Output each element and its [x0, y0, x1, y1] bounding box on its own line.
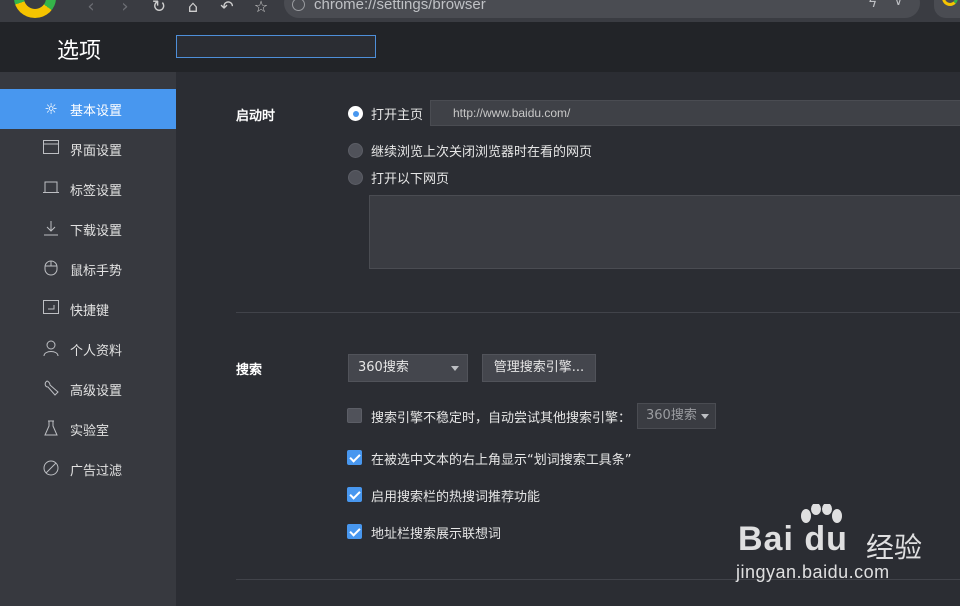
sidebar-item-label: 鼠标手势 [70, 263, 123, 279]
sidebar-item-lab[interactable]: 实验室 [0, 409, 176, 449]
radio-open-pages-label[interactable]: 打开以下网页 [371, 168, 449, 187]
search-engine-select-value: 360搜索 [358, 360, 409, 375]
settings-search-input[interactable] [176, 35, 376, 58]
forward-arrow-icon[interactable]: › [114, 0, 136, 18]
settings-header: 选项 [0, 22, 960, 72]
undo-icon[interactable]: ↶ [216, 0, 238, 18]
homepage-url-input[interactable]: http://www.baidu.com/ [430, 100, 960, 126]
checkbox-address-suggest-label[interactable]: 地址栏搜索展示联想词 [371, 523, 501, 542]
sidebar-item-label: 界面设置 [70, 143, 123, 159]
section-divider [236, 312, 960, 313]
gear-icon: ☼ [44, 100, 58, 118]
sidebar-item-adblock[interactable]: 广告过滤 [0, 449, 176, 489]
search-engine-select[interactable]: 360搜索 [348, 354, 468, 382]
sidebar-item-label: 高级设置 [70, 383, 123, 399]
keyboard-icon [42, 300, 60, 318]
radio-continue-session-label[interactable]: 继续浏览上次关闭浏览器时在看的网页 [371, 141, 592, 160]
sidebar-item-label: 实验室 [70, 423, 110, 439]
fallback-engine-select[interactable]: 360搜索 [637, 403, 716, 429]
chevron-down-icon[interactable]: ∨ [894, 0, 903, 8]
address-text[interactable]: chrome://settings/browser [314, 0, 486, 13]
sidebar-item-basic[interactable]: ☼ 基本设置 [0, 89, 176, 129]
chevron-down-icon [451, 366, 459, 371]
download-icon [42, 220, 60, 238]
star-icon[interactable]: ☆ [250, 0, 272, 18]
watermark-brand: Bai du [738, 520, 848, 558]
checkbox-address-suggest[interactable] [347, 524, 362, 539]
flask-icon [42, 420, 60, 438]
reload-icon[interactable]: ↻ [148, 0, 170, 18]
lightning-icon[interactable]: ϟ [868, 0, 877, 11]
window-icon [42, 140, 60, 158]
checkbox-selection-toolbar-label[interactable]: 在被选中文本的右上角显示“划词搜索工具条” [371, 449, 631, 468]
radio-open-homepage[interactable] [348, 106, 363, 121]
watermark-brand-cn: 经验 [866, 531, 923, 564]
sidebar-item-label: 广告过滤 [70, 463, 123, 479]
sidebar-item-label: 快捷键 [70, 303, 110, 319]
extension-logo-icon [942, 0, 958, 6]
sidebar-item-download[interactable]: 下载设置 [0, 209, 176, 249]
startup-section-label: 启动时 [236, 109, 276, 124]
sidebar-item-shortcuts[interactable]: 快捷键 [0, 289, 176, 329]
sidebar-item-profile[interactable]: 个人资料 [0, 329, 176, 369]
search-section-label: 搜索 [236, 363, 263, 378]
sidebar-item-label: 下载设置 [70, 223, 123, 239]
sidebar-item-interface[interactable]: 界面设置 [0, 129, 176, 169]
sidebar: ☼ 基本设置 界面设置 标签设置 下载设置 鼠标手势 快捷键 个人资料 高级设置… [0, 72, 176, 606]
sidebar-item-label: 基本设置 [70, 103, 123, 119]
radio-open-pages[interactable] [348, 170, 363, 185]
chevron-down-icon [701, 414, 709, 419]
baidu-jingyan-watermark: Bai du 经验 jingyan.baidu.com [736, 500, 956, 590]
radio-continue-session[interactable] [348, 143, 363, 158]
back-arrow-icon[interactable]: ‹ [80, 0, 102, 18]
sidebar-item-mouse-gesture[interactable]: 鼠标手势 [0, 249, 176, 289]
wrench-icon [42, 380, 60, 398]
browser-toolbar: ‹ › ↻ ⌂ ↶ ☆ chrome://settings/browser ϟ … [0, 0, 960, 22]
fallback-engine-select-value: 360搜索 [646, 408, 697, 423]
block-icon [42, 460, 60, 478]
sidebar-item-label: 个人资料 [70, 343, 123, 359]
user-icon [42, 340, 60, 358]
home-icon[interactable]: ⌂ [182, 0, 204, 18]
sidebar-item-label: 标签设置 [70, 183, 123, 199]
browser-logo-icon[interactable] [14, 0, 56, 18]
checkbox-auto-fallback-label[interactable]: 搜索引擎不稳定时，自动尝试其他搜索引擎： [371, 407, 631, 426]
manage-search-engines-button[interactable]: 管理搜索引擎... [482, 354, 596, 382]
radio-open-homepage-label[interactable]: 打开主页 [371, 104, 423, 123]
checkbox-hot-search[interactable] [347, 487, 362, 502]
sidebar-item-tabs[interactable]: 标签设置 [0, 169, 176, 209]
startup-pages-list[interactable] [369, 195, 960, 269]
watermark-url: jingyan.baidu.com [736, 562, 890, 582]
checkbox-auto-fallback[interactable] [347, 408, 362, 423]
checkbox-hot-search-label[interactable]: 启用搜索栏的热搜词推荐功能 [371, 486, 540, 505]
page-title: 选项 [57, 39, 102, 64]
mouse-icon [42, 260, 60, 278]
extension-button[interactable] [934, 0, 960, 18]
checkbox-selection-toolbar[interactable] [347, 450, 362, 465]
tab-icon [42, 180, 60, 198]
sidebar-item-advanced[interactable]: 高级设置 [0, 369, 176, 409]
